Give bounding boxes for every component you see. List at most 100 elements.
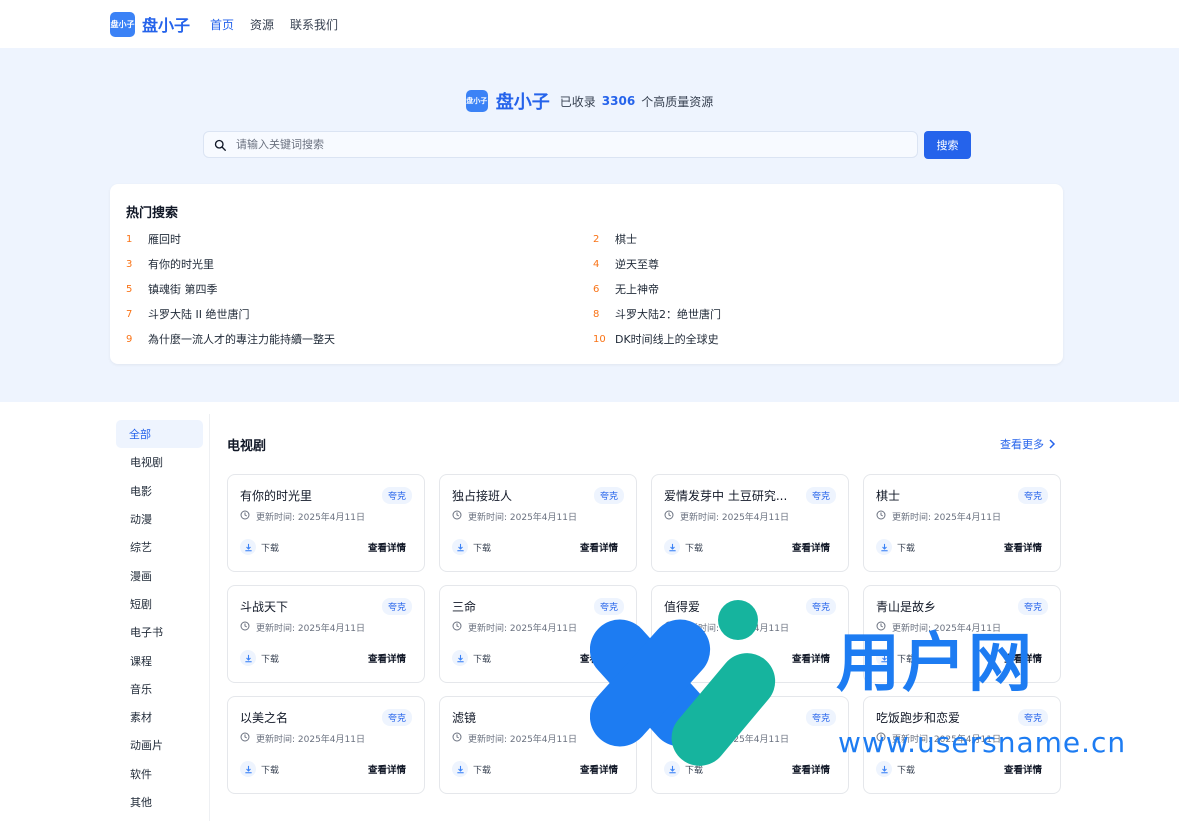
download-label: 下载 [261, 765, 280, 776]
resource-card[interactable]: 斗战天下 夸克 更新时间: 2025年4月11日 下载 查看详情 [227, 585, 425, 683]
search-input[interactable] [236, 138, 886, 151]
sidebar-category-item[interactable]: 漫画 [110, 561, 209, 589]
resource-card[interactable]: 以美之名 夸克 更新时间: 2025年4月11日 下载 查看详情 [227, 696, 425, 794]
search-button[interactable]: 搜索 [924, 131, 971, 159]
view-detail-button[interactable]: 查看详情 [368, 762, 406, 776]
sidebar-category-item[interactable]: 动漫 [110, 505, 209, 533]
hot-search-item[interactable]: 8 斗罗大陆2：绝世唐门 [593, 306, 1060, 322]
card-title[interactable]: 爱情发芽中 土豆研究... [664, 487, 787, 504]
sidebar-category-item[interactable]: 短剧 [110, 590, 209, 618]
view-detail-button[interactable]: 查看详情 [1004, 540, 1042, 554]
view-detail-button[interactable]: 查看详情 [580, 651, 618, 665]
card-time-text: 更新时间: 2025年4月11日 [680, 624, 789, 634]
hot-search-item[interactable]: 1 雁回时 [126, 231, 593, 247]
hot-search-item[interactable]: 3 有你的时光里 [126, 256, 593, 272]
download-button[interactable]: 下载 [664, 539, 703, 555]
hot-search-text: 斗罗大陆 II 绝世唐门 [148, 308, 250, 321]
hot-search-item[interactable]: 9 為什麼一流人才的專注力能持續一整天 [126, 331, 593, 347]
hot-search-rank: 8 [593, 308, 600, 320]
nav-link-resources[interactable]: 资源 [250, 16, 274, 33]
search-box[interactable] [203, 131, 918, 158]
sidebar-category-item[interactable]: 电影 [110, 477, 209, 505]
card-title[interactable]: 独占接班人 [452, 487, 512, 504]
hot-search-item[interactable]: 6 无上神帝 [593, 281, 1060, 297]
download-button[interactable]: 下载 [240, 650, 279, 666]
sidebar-category-item[interactable]: 软件 [110, 760, 209, 788]
view-detail-button[interactable]: 查看详情 [792, 762, 830, 776]
hero-section: 盘小子 盘小子 已收录 3306 个高质量资源 搜索 热门搜索 1 雁回时 2 棋士 3… [0, 48, 1179, 402]
view-detail-button[interactable]: 查看详情 [580, 762, 618, 776]
resource-card[interactable]: 夸克更新时间: 2025年4月11日 下载 查看详情 [651, 696, 849, 794]
view-more-link[interactable]: 查看更多 [1000, 436, 1056, 452]
hot-search-item[interactable]: 10 DK时间线上的全球史 [593, 331, 1060, 347]
download-icon [452, 539, 468, 555]
resource-card[interactable]: 值得爱 夸克更新时间: 2025年4月11日下载 查看详情 [651, 585, 849, 683]
resource-card[interactable]: 滤镜 夸克 更新时间: 2025年4月11日 下载 查看详情 [439, 696, 637, 794]
download-button[interactable]: 下载 [240, 539, 279, 555]
card-title[interactable]: 以美之名 [240, 709, 288, 726]
card-title[interactable]: 值得爱 [664, 598, 700, 615]
sidebar-category-item[interactable]: 音乐 [110, 675, 209, 703]
card-header: 值得爱 夸克 [664, 598, 836, 615]
resource-card[interactable]: 棋士 夸克 更新时间: 2025年4月11日 下载 查看详情 [863, 474, 1061, 572]
download-button[interactable]: 下载 [664, 761, 703, 777]
sidebar-category-item[interactable]: 电子书 [110, 618, 209, 646]
chevron-right-icon [1049, 439, 1056, 449]
view-detail-button[interactable]: 查看详情 [580, 540, 618, 554]
download-button[interactable]: 下载 [452, 650, 491, 666]
watermark-url: www.usersname.cn [838, 726, 1127, 759]
hot-search-text: 雁回时 [148, 233, 181, 246]
view-detail-button[interactable]: 查看详情 [792, 540, 830, 554]
download-button[interactable]: 下载 [664, 650, 703, 666]
card-time-text: 更新时间: 2025年4月11日 [680, 513, 789, 523]
view-detail-button[interactable]: 查看详情 [368, 651, 406, 665]
view-detail-button[interactable]: 查看详情 [1004, 762, 1042, 776]
logo-icon[interactable]: 盘小子 [110, 11, 135, 37]
download-button[interactable]: 下载 [452, 539, 491, 555]
nav-link-home[interactable]: 首页 [210, 16, 234, 33]
resource-card[interactable]: 爱情发芽中 土豆研究... 夸克 更新时间: 2025年4月11日 下载 查看详情 [651, 474, 849, 572]
logo-text[interactable]: 盘小子 [142, 12, 190, 36]
resource-card[interactable]: 有你的时光里 夸克 更新时间: 2025年4月11日 下载 查看详情 [227, 474, 425, 572]
hot-search-item[interactable]: 4 逆天至尊 [593, 256, 1060, 272]
card-source-tag: 夸克 [1017, 709, 1048, 726]
card-footer: 下载 查看详情 [664, 539, 830, 555]
card-title[interactable]: 三命 [452, 598, 476, 615]
hot-search-text: 斗罗大陆2：绝世唐门 [615, 308, 721, 321]
sidebar-category-item[interactable]: 电视剧 [110, 448, 209, 476]
hot-search-card: 热门搜索 1 雁回时 2 棋士 3 有你的时光里 4 逆天至尊 5 镇魂街 第四季 6 无上神帝 7 斗罗… [110, 184, 1063, 364]
card-source-tag: 夸克 [805, 709, 836, 726]
hot-search-text: DK时间线上的全球史 [615, 333, 719, 346]
card-source-tag: 夸克 [381, 709, 412, 726]
resource-card[interactable]: 三命 夸克 更新时间: 2025年4月11日 下载 查看详情 [439, 585, 637, 683]
download-label: 下载 [685, 654, 704, 665]
hot-search-item[interactable]: 7 斗罗大陆 II 绝世唐门 [126, 306, 593, 322]
card-footer: 下载 查看详情 [664, 761, 830, 777]
sidebar-category-item[interactable]: 素材 [110, 703, 209, 731]
download-button[interactable]: 下载 [876, 539, 915, 555]
sidebar-category-item[interactable]: 全部 [116, 420, 203, 449]
watermark-text: 用户网 [836, 627, 1034, 701]
hot-search-item[interactable]: 5 镇魂街 第四季 [126, 281, 593, 297]
view-detail-button[interactable]: 查看详情 [368, 540, 406, 554]
card-title[interactable]: 斗战天下 [240, 598, 288, 615]
sidebar-category-item[interactable]: 综艺 [110, 533, 209, 561]
download-button[interactable]: 下载 [452, 761, 491, 777]
hot-search-item[interactable]: 2 棋士 [593, 231, 1060, 247]
card-title[interactable]: 棋士 [876, 487, 900, 504]
download-button[interactable]: 下载 [240, 761, 279, 777]
download-button[interactable]: 下载 [876, 761, 915, 777]
hot-search-rank: 4 [593, 258, 600, 270]
sidebar-category-item[interactable]: 其他 [110, 788, 209, 816]
card-title[interactable]: 吃饭跑步和恋爱 [876, 709, 960, 726]
card-title[interactable]: 有你的时光里 [240, 487, 312, 504]
sidebar-category-item[interactable]: 课程 [110, 646, 209, 674]
card-title[interactable]: 滤镜 [452, 709, 476, 726]
nav-link-contact[interactable]: 联系我们 [290, 16, 338, 33]
card-update-time: 更新时间: 2025年4月11日 [452, 510, 624, 523]
card-time-text: 更新时间: 2025年4月11日 [256, 624, 365, 634]
resource-card[interactable]: 独占接班人 夸克 更新时间: 2025年4月11日 下载 查看详情 [439, 474, 637, 572]
sidebar-category-item[interactable]: 动画片 [110, 731, 209, 759]
card-update-time: 更新时间: 2025年4月11日 [664, 732, 836, 745]
view-detail-button[interactable]: 查看详情 [792, 651, 830, 665]
